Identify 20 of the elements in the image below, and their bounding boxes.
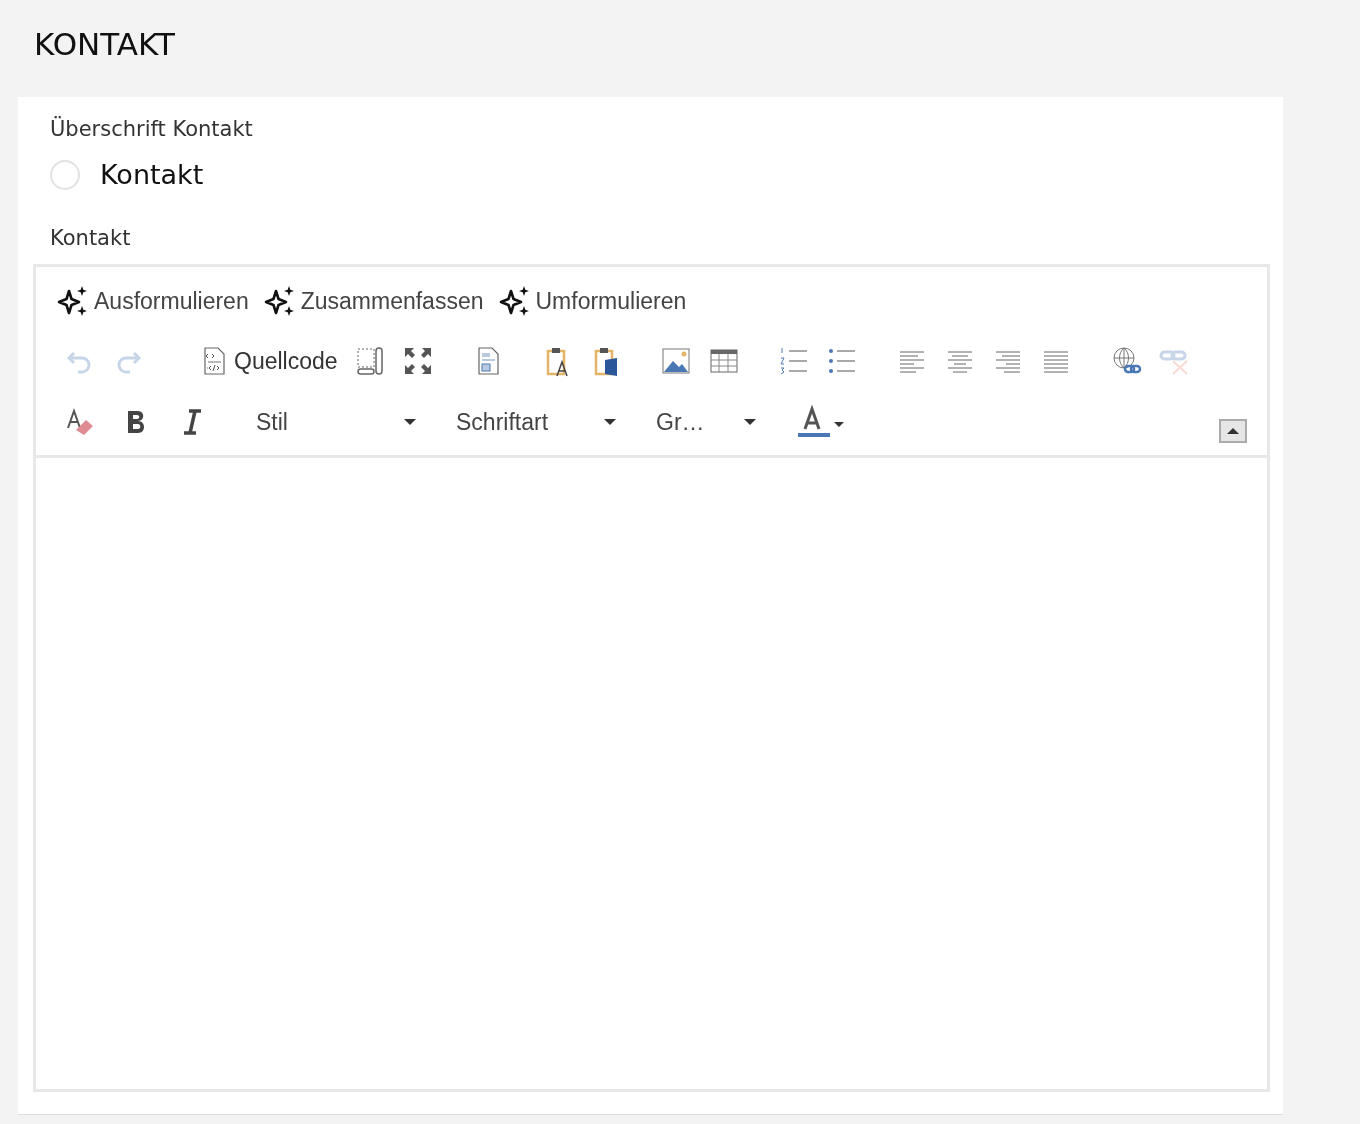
field-label: Überschrift Kontakt — [49, 117, 254, 141]
eraser-icon — [64, 406, 96, 438]
dropdown[interactable]: Gr… — [656, 408, 756, 436]
caret-icon — [604, 418, 616, 426]
radio-button[interactable] — [50, 159, 80, 190]
field-label: Kontakt — [49, 225, 132, 250]
caret-icon — [744, 418, 756, 426]
caret-icon — [404, 418, 416, 426]
source-button[interactable]: Quellcode — [190, 343, 346, 379]
numbered-list-icon — [777, 345, 810, 377]
dropdown[interactable]: Stil — [256, 408, 416, 436]
collapse-toolbar-button[interactable] — [1219, 419, 1247, 443]
image-icon — [659, 345, 692, 377]
radio-label[interactable]: Kontakt — [100, 159, 204, 190]
dropdown[interactable]: Schriftart — [456, 408, 616, 436]
ai-action-button[interactable]: Zusammenfassen — [262, 285, 484, 317]
caret-up-icon — [1227, 427, 1239, 435]
ai-action-button[interactable]: Ausformulieren — [56, 285, 249, 317]
ai-action-button[interactable]: Umformulieren — [497, 285, 687, 317]
page-title: KONTAKT — [33, 25, 176, 64]
